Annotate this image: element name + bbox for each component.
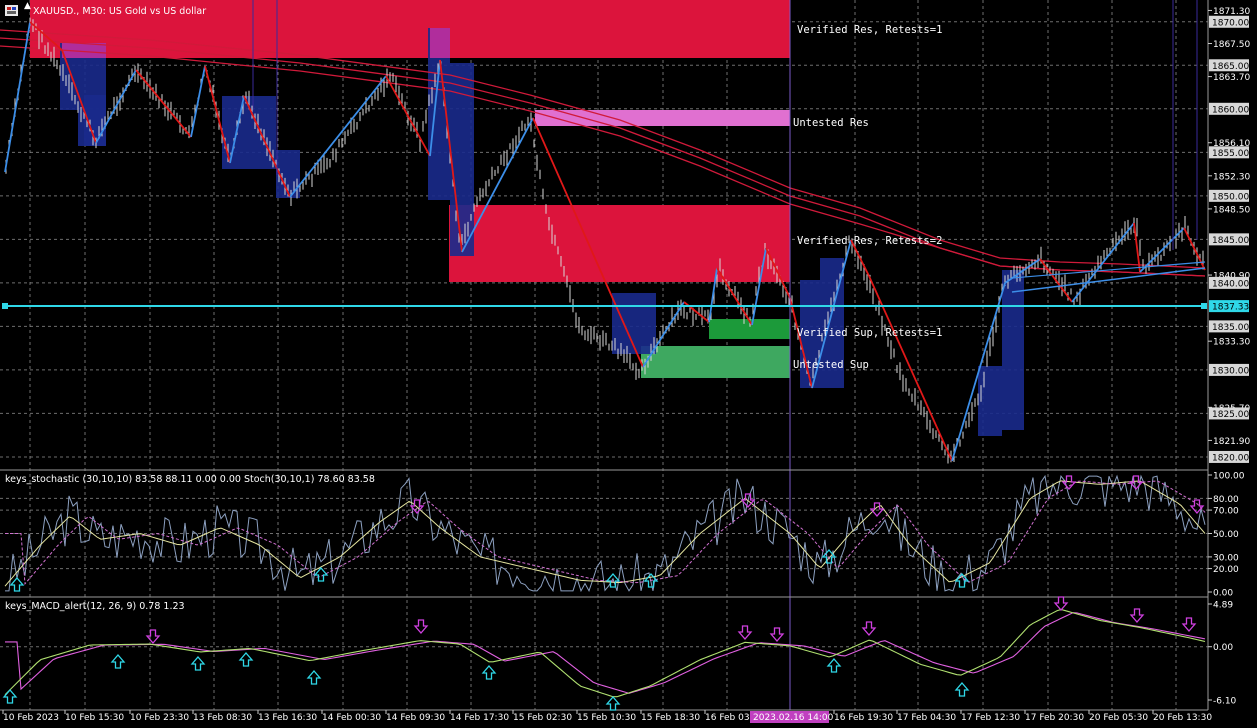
price-tick-label: 1863.70 <box>1213 73 1250 83</box>
time-tick-label: 15 Feb 18:30 <box>641 713 700 723</box>
price-line-handle-right[interactable] <box>1201 303 1207 309</box>
zone-untested-sup <box>641 346 790 378</box>
macd-title: keys_MACD_alert(12, 26, 9) 0.78 1.23 <box>5 601 185 612</box>
price-level-tag: 1825.00 <box>1212 410 1249 420</box>
zone-label-verified-res-1: Verified Res, Retests=1 <box>797 24 942 36</box>
macd-tick-label: 4.89 <box>1213 601 1233 611</box>
volume-box-overlap <box>430 28 450 58</box>
price-tick-label: 1867.50 <box>1213 40 1250 50</box>
price-line-handle-left[interactable] <box>2 303 8 309</box>
time-tick-label: 10 Feb 23:30 <box>130 713 189 723</box>
stoch-tick-label: 100.00 <box>1213 472 1245 482</box>
stoch-tick-label: 70.00 <box>1213 507 1239 517</box>
volume-box <box>978 366 1002 436</box>
time-tick-label: 15 Feb 02:30 <box>513 713 572 723</box>
price-level-tag: 1870.00 <box>1212 18 1249 28</box>
time-tick-label: 10 Feb 15:30 <box>65 713 124 723</box>
macd-tick-label: 0.00 <box>1213 643 1233 653</box>
crosshair-time-tag: 2023.02.16 14:00 <box>753 713 834 723</box>
time-tick-label: 17 Feb 04:30 <box>897 713 956 723</box>
time-tick-label: 13 Feb 16:30 <box>258 713 317 723</box>
stoch-tick-label: 80.00 <box>1213 495 1239 505</box>
stoch-tick-label: 50.00 <box>1213 530 1239 540</box>
zone-label-verified-res-2: Verified Res, Retests=2 <box>797 235 942 247</box>
stoch-tick-label: 20.00 <box>1213 565 1239 575</box>
price-tick-label: 1852.30 <box>1213 172 1250 182</box>
stoch-title: keys_stochastic (30,10,10) 83.58 88.11 0… <box>5 474 375 485</box>
volume-box <box>1002 270 1024 430</box>
price-level-tag: 1855.00 <box>1212 149 1249 159</box>
menu-grid-icon-cell <box>12 7 16 10</box>
chart-stage[interactable]: Verified Res, Retests=1 Untested Res Ver… <box>0 0 1257 728</box>
chart-type-icon[interactable]: ▲ <box>24 1 31 11</box>
stoch-tick-label: 30.00 <box>1213 553 1239 563</box>
price-level-tag: 1830.00 <box>1212 366 1249 376</box>
stoch-tick-label: 0.00 <box>1213 589 1233 599</box>
price-tick-label: 1848.50 <box>1213 205 1250 215</box>
zone-label-untested-sup: Untested Sup <box>793 359 869 371</box>
time-tick-label: 20 Feb 05:30 <box>1089 713 1148 723</box>
menu-grid-icon-cell <box>7 11 16 14</box>
price-level-tag: 1845.00 <box>1212 236 1249 246</box>
price-tick-label: 1821.90 <box>1213 437 1250 447</box>
zone-label-untested-res: Untested Res <box>793 117 869 129</box>
time-tick-label: 14 Feb 00:30 <box>322 713 381 723</box>
time-tick-label: 10 Feb 2023 <box>3 713 59 723</box>
current-price-tag: 1837.33 <box>1212 303 1249 313</box>
time-tick-label: 15 Feb 10:30 <box>577 713 636 723</box>
price-level-tag: 1840.00 <box>1212 279 1249 289</box>
time-tick-label: 20 Feb 13:30 <box>1153 713 1212 723</box>
time-tick-label: 16 Feb 19:30 <box>834 713 893 723</box>
price-level-tag: 1850.00 <box>1212 192 1249 202</box>
zone-verified-res-2 <box>449 205 790 282</box>
menu-grid-icon-cell <box>7 7 11 10</box>
price-level-tag: 1835.00 <box>1212 323 1249 333</box>
zone-label-verified-sup: Verified Sup, Retests=1 <box>797 327 942 339</box>
symbol-title: XAUUSD., M30: US Gold vs US dollar <box>33 6 206 17</box>
price-tick-label: 1871.30 <box>1213 7 1250 17</box>
time-tick-label: 17 Feb 12:30 <box>961 713 1020 723</box>
time-tick-label: 17 Feb 20:30 <box>1025 713 1084 723</box>
time-tick-label: 13 Feb 08:30 <box>193 713 252 723</box>
macd-tick-label: -6.10 <box>1213 697 1237 707</box>
time-tick-label: 14 Feb 17:30 <box>450 713 509 723</box>
price-tick-label: 1833.30 <box>1213 338 1250 348</box>
price-level-tag: 1860.00 <box>1212 105 1249 115</box>
menu-grid-icon[interactable] <box>5 5 18 16</box>
price-level-tag: 1865.00 <box>1212 62 1249 72</box>
price-level-tag: 1820.00 <box>1212 453 1249 463</box>
time-tick-label: 14 Feb 09:30 <box>386 713 445 723</box>
